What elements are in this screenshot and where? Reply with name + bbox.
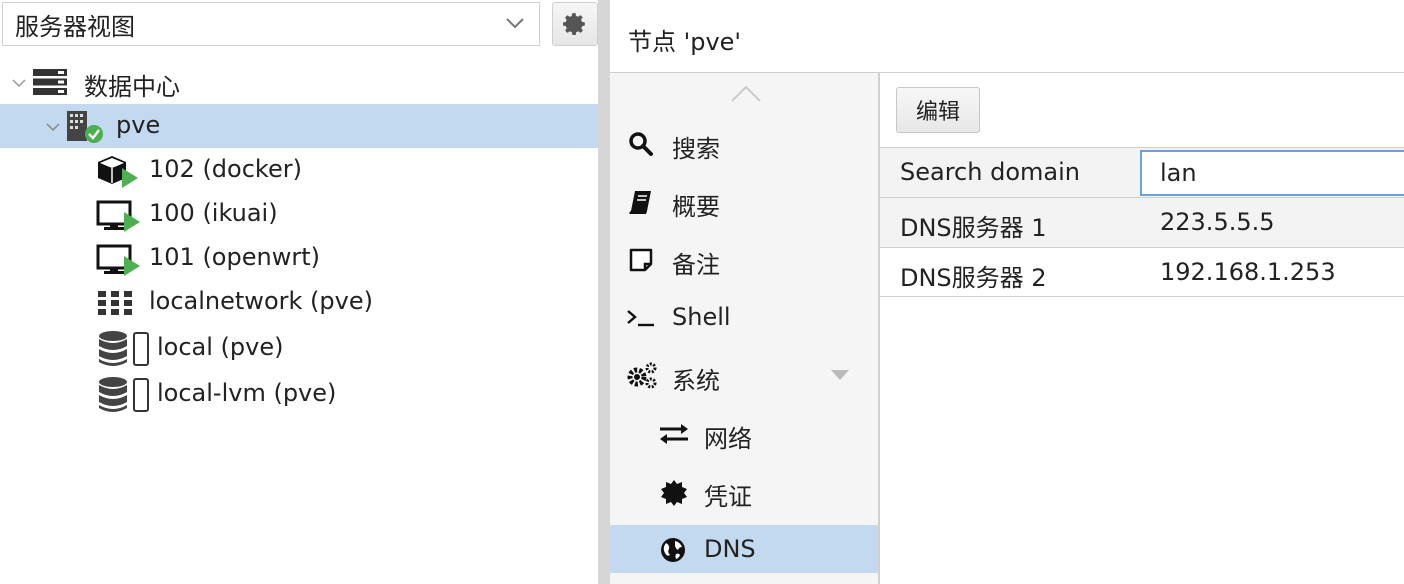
tree-item-label: 101 (openwrt) (149, 243, 320, 271)
nav-item-label: Shell (672, 303, 731, 331)
vm-running-icon (96, 200, 140, 232)
table-row[interactable]: DNS服务器 1 223.5.5.5 (880, 197, 1404, 247)
tree-item-ct-102[interactable]: 102 (docker) (0, 148, 598, 192)
gears-icon (627, 362, 657, 389)
edit-button[interactable]: 编辑 (896, 87, 980, 133)
tree-item-storage-local-lvm[interactable]: local-lvm (pve) (0, 372, 598, 416)
nav-item-label: 凭证 (704, 483, 752, 511)
vm-running-icon (96, 244, 140, 276)
tree-item-node-pve[interactable]: pve (0, 104, 598, 148)
nav-item-network[interactable]: 网络 (610, 409, 878, 457)
globe-icon (661, 538, 685, 562)
nav-item-dns[interactable]: DNS (610, 525, 878, 573)
tree-item-storage-local[interactable]: local (pve) (0, 326, 598, 370)
nav-item-summary[interactable]: 概要 (610, 177, 878, 225)
row-key: DNS服务器 1 (900, 214, 1047, 242)
tree-item-label: 100 (ikuai) (149, 199, 278, 227)
chevron-down-icon (46, 123, 60, 132)
datacenter-icon (33, 69, 67, 95)
node-panel: 节点 'pve' 搜索 概要 备注 Shell 系统 网络 凭证 DNS 编辑 … (610, 0, 1404, 584)
tree-item-label: pve (116, 111, 161, 139)
container-running-icon (98, 156, 138, 188)
tree-item-label: localnetwork (pve) (149, 287, 373, 315)
node-nav-menu: 搜索 概要 备注 Shell 系统 网络 凭证 DNS (610, 73, 878, 584)
chevron-down-icon (12, 79, 26, 88)
nav-item-label: 搜索 (672, 135, 720, 163)
nav-item-label: 系统 (672, 367, 720, 395)
chevron-down-icon (506, 18, 524, 29)
gear-icon (563, 13, 585, 35)
storage-icon (99, 377, 149, 412)
tree-item-vm-101[interactable]: 101 (openwrt) (0, 236, 598, 280)
nav-item-label: 备注 (672, 251, 720, 279)
nav-item-certificates[interactable]: 凭证 (610, 467, 878, 515)
scroll-up-icon[interactable] (730, 83, 762, 103)
nav-item-search[interactable]: 搜索 (610, 119, 878, 167)
tree-item-localnetwork[interactable]: localnetwork (pve) (0, 280, 598, 324)
resource-tree-panel: 服务器视图 数据中心 pve 102 (docker) 100 (ikuai) … (0, 0, 598, 584)
table-row[interactable]: DNS服务器 2 192.168.1.253 (880, 247, 1404, 297)
view-selector-value: 服务器视图 (15, 12, 135, 41)
node-online-icon (67, 111, 103, 143)
view-selector[interactable]: 服务器视图 (2, 2, 540, 46)
row-key: Search domain (900, 158, 1080, 186)
tree-item-label: local (pve) (157, 333, 284, 361)
tree-item-label: 数据中心 (84, 73, 180, 101)
book-icon (629, 191, 651, 214)
search-icon (629, 132, 653, 156)
panel-splitter[interactable] (598, 0, 610, 584)
dns-panel: 编辑 Search domain DNS服务器 1 223.5.5.5 DNS服… (880, 73, 1404, 584)
tree-item-datacenter[interactable]: 数据中心 (0, 60, 598, 104)
nav-item-shell[interactable]: Shell (610, 293, 878, 341)
page-title: 节点 'pve' (628, 28, 742, 56)
tree-item-label: local-lvm (pve) (157, 379, 337, 407)
settings-gear-button[interactable] (552, 2, 598, 46)
exchange-icon (660, 424, 688, 444)
table-row[interactable]: Search domain (880, 147, 1404, 197)
tree-item-label: 102 (docker) (149, 155, 302, 183)
nav-item-label: 网络 (704, 425, 752, 453)
nav-item-label: 概要 (672, 193, 720, 221)
search-domain-input[interactable] (1140, 150, 1404, 196)
caret-down-icon[interactable] (830, 369, 850, 381)
row-key: DNS服务器 2 (900, 264, 1047, 292)
nav-item-system[interactable]: 系统 (610, 351, 878, 399)
nav-item-label: DNS (704, 535, 756, 563)
tree-item-vm-100[interactable]: 100 (ikuai) (0, 192, 598, 236)
row-value: 223.5.5.5 (1160, 208, 1275, 236)
nav-item-notes[interactable]: 备注 (610, 235, 878, 283)
row-value: 192.168.1.253 (1160, 258, 1336, 286)
terminal-icon (627, 310, 654, 327)
note-icon (629, 248, 653, 272)
storage-icon (99, 331, 149, 366)
network-grid-icon (98, 291, 132, 315)
certificate-icon (661, 480, 687, 506)
